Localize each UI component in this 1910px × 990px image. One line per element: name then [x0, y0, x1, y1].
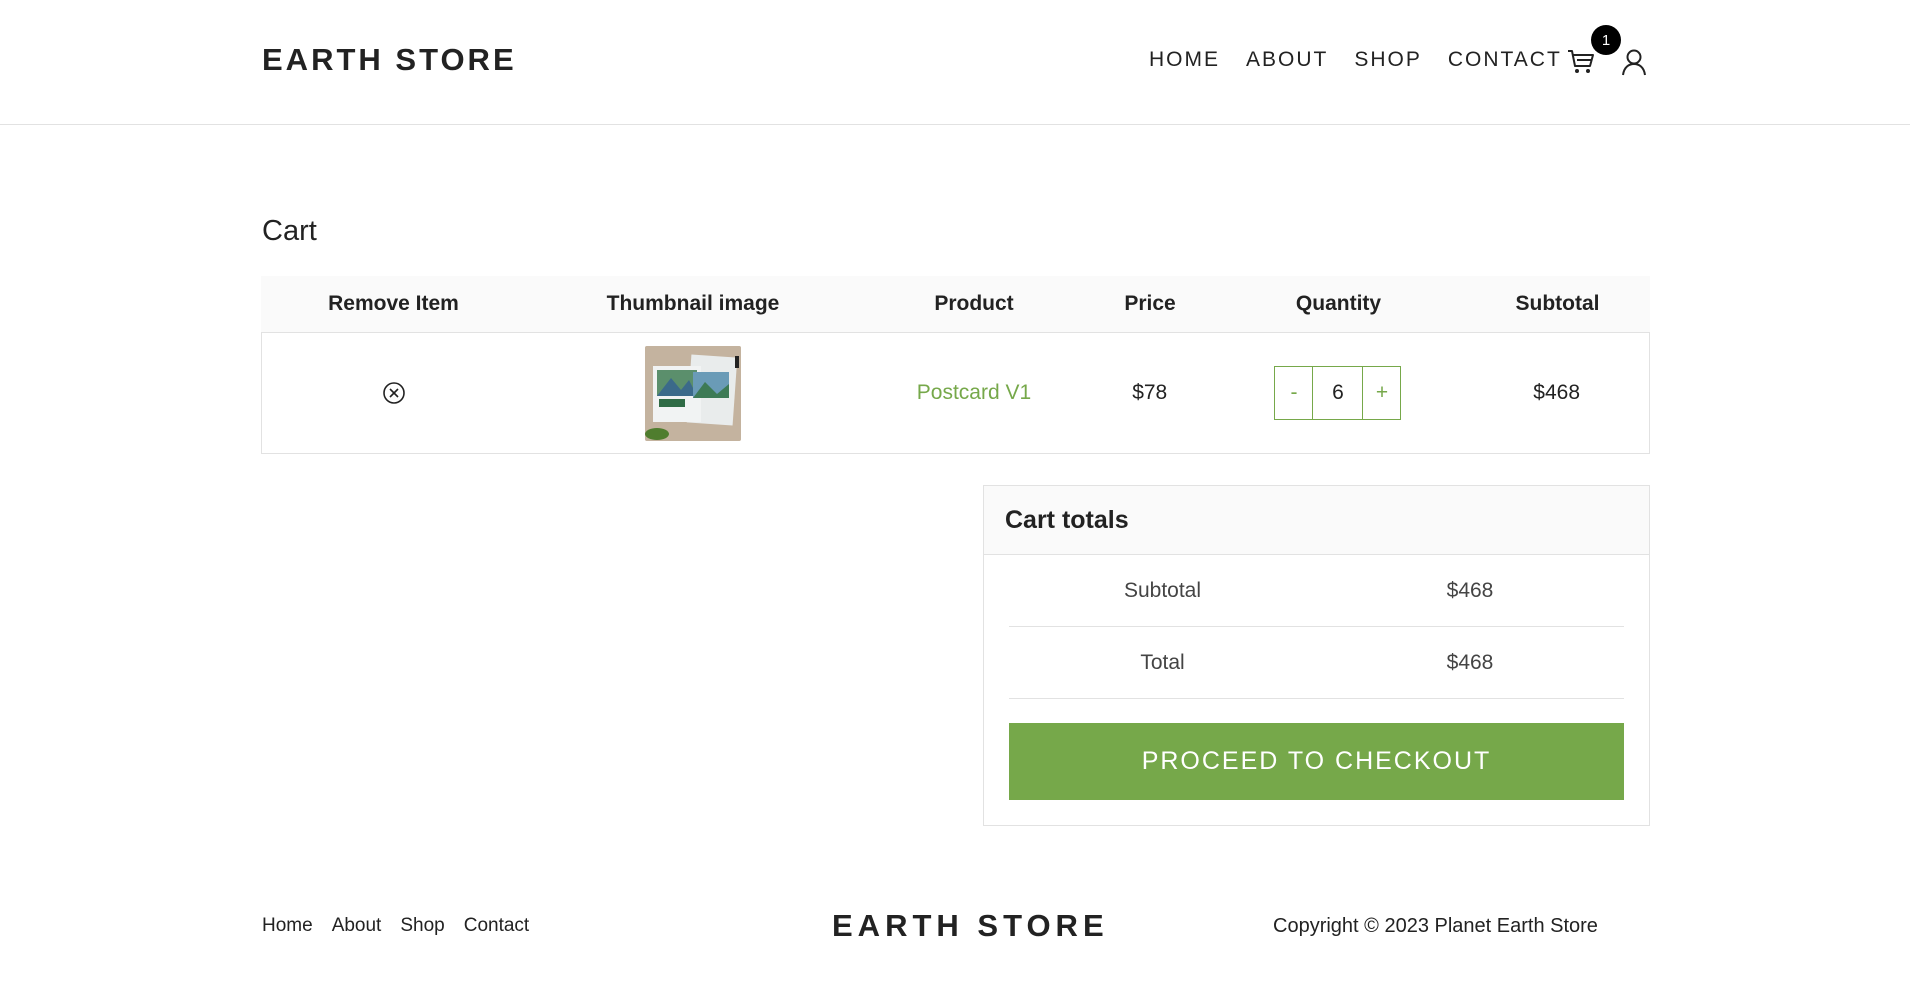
cart-table: Remove Item Thumbnail image Product Pric…	[261, 276, 1650, 454]
nav-home[interactable]: HOME	[1149, 48, 1220, 72]
thumbnail-cell	[527, 345, 861, 441]
cart-totals-panel: Cart totals Subtotal $468 Total $468 PRO…	[983, 485, 1650, 826]
subtotal-cell: $468	[1533, 381, 1580, 404]
footer-brand-logo[interactable]: EARTH STORE	[832, 908, 1109, 944]
quantity-cell: - 6 +	[1212, 366, 1465, 420]
footer-link-shop[interactable]: Shop	[400, 915, 444, 937]
user-icon[interactable]	[1620, 48, 1648, 76]
decrease-quantity-button[interactable]: -	[1275, 367, 1312, 419]
totals-total-value: $468	[1446, 650, 1494, 674]
cart-icon[interactable]	[1567, 49, 1595, 75]
copyright-text: Copyright © 2023 Planet Earth Store	[1273, 915, 1598, 937]
totals-subtotal-row: Subtotal $468	[1009, 555, 1624, 627]
footer-link-home[interactable]: Home	[262, 915, 313, 937]
column-header-subtotal: Subtotal	[1515, 292, 1600, 315]
footer-link-about[interactable]: About	[332, 915, 382, 937]
table-row: Postcard V1 $78 - 6 + $468	[261, 333, 1650, 454]
site-header: EARTH STORE HOME ABOUT SHOP CONTACT 1	[0, 0, 1910, 125]
quantity-value[interactable]: 6	[1312, 367, 1364, 419]
quantity-stepper: - 6 +	[1274, 366, 1402, 420]
totals-subtotal-value: $468	[1446, 578, 1494, 602]
product-cell: Postcard V1	[860, 381, 1088, 405]
footer-nav: Home About Shop Contact	[262, 915, 529, 937]
main-nav: HOME ABOUT SHOP CONTACT	[1149, 48, 1562, 72]
remove-item-icon[interactable]	[382, 381, 406, 405]
footer-link-contact[interactable]: Contact	[464, 915, 529, 937]
remove-cell	[262, 381, 527, 405]
nav-contact[interactable]: CONTACT	[1448, 48, 1562, 72]
cart-count-badge: 1	[1591, 25, 1621, 55]
product-thumbnail[interactable]	[645, 345, 742, 441]
column-header-product: Product	[934, 292, 1014, 315]
column-header-remove: Remove Item	[328, 292, 459, 315]
table-header: Remove Item Thumbnail image Product Pric…	[261, 276, 1650, 333]
column-header-quantity: Quantity	[1295, 292, 1382, 315]
column-header-price: Price	[1124, 292, 1176, 315]
product-link[interactable]: Postcard V1	[917, 381, 1031, 404]
column-header-thumbnail: Thumbnail image	[606, 292, 780, 315]
proceed-to-checkout-button[interactable]: PROCEED TO CHECKOUT	[1009, 723, 1624, 800]
cart-totals-heading: Cart totals	[984, 486, 1649, 555]
brand-logo[interactable]: EARTH STORE	[262, 42, 517, 78]
totals-total-row: Total $468	[1009, 627, 1624, 699]
increase-quantity-button[interactable]: +	[1363, 367, 1400, 419]
nav-shop[interactable]: SHOP	[1354, 48, 1422, 72]
totals-subtotal-label: Subtotal	[1123, 578, 1202, 602]
totals-total-label: Total	[1140, 650, 1185, 674]
price-cell: $78	[1132, 381, 1168, 404]
nav-about[interactable]: ABOUT	[1246, 48, 1328, 72]
page-title: Cart	[262, 215, 317, 247]
